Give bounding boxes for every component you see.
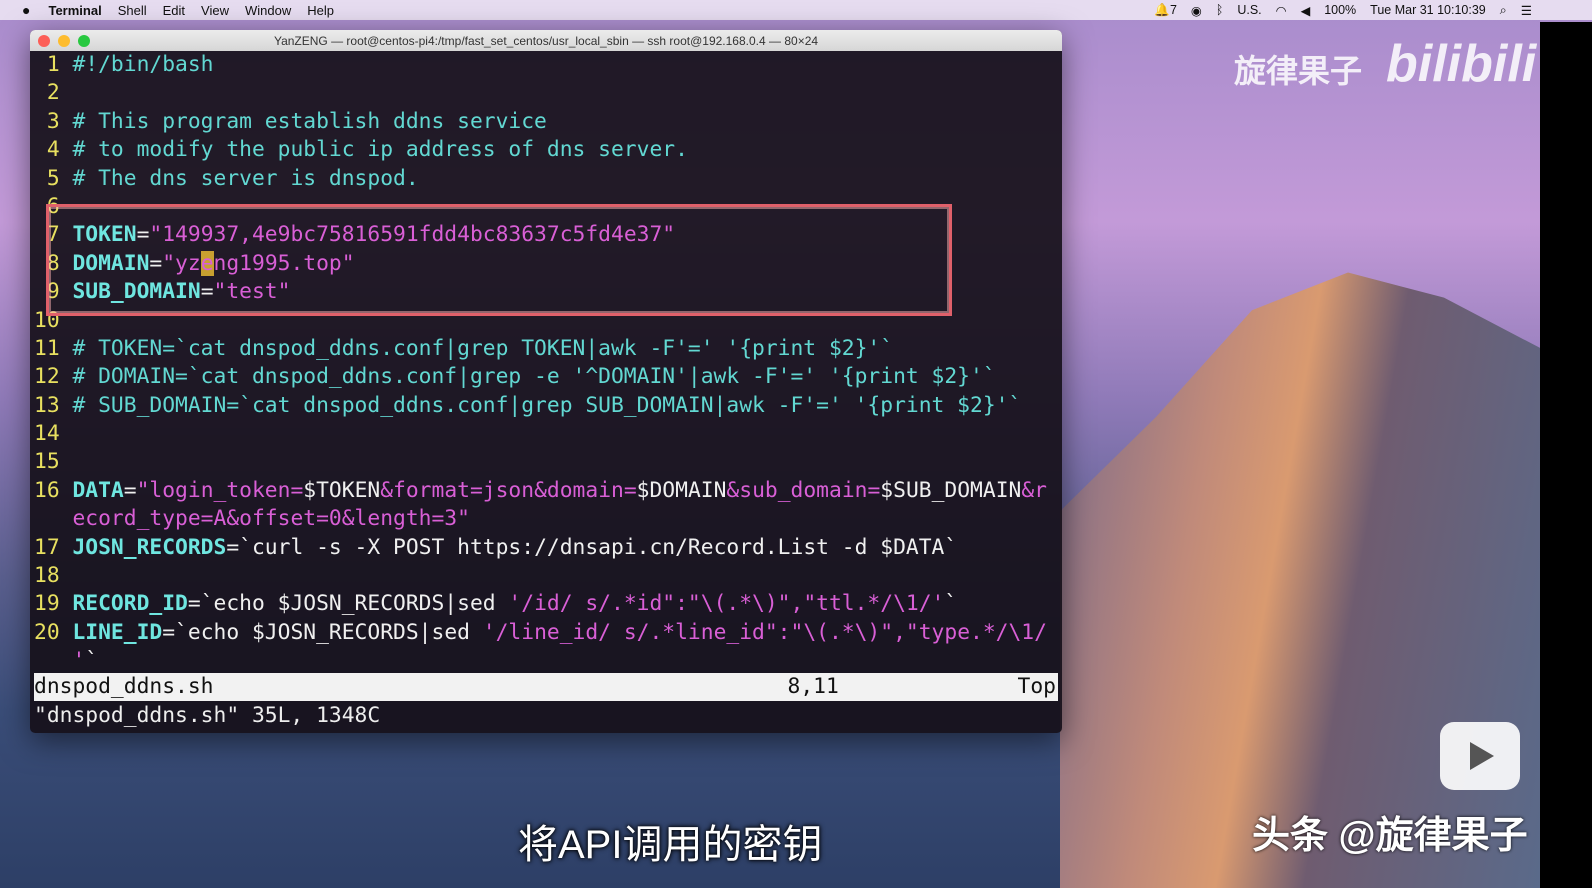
- vim-status-line: dnspod_ddns.sh 8,11 Top: [34, 673, 1058, 701]
- volume-icon[interactable]: ◀: [1301, 3, 1311, 18]
- code-token: $DOMAIN: [636, 477, 727, 503]
- code-token: ': [72, 648, 86, 673]
- code-token: LINE_ID: [72, 619, 163, 645]
- credit: 头条 @旋律果子: [1252, 815, 1528, 857]
- code-token: '/id/ s/.*id":"\(.*\)","ttl.*/\1/': [508, 591, 945, 617]
- code-token: $TOKEN: [303, 477, 381, 503]
- battery-status[interactable]: 100%: [1324, 3, 1356, 17]
- code-token: $SUB_DOMAIN: [880, 477, 1022, 503]
- code-token: RECORD_ID: [72, 591, 188, 617]
- line-number: 17: [34, 534, 73, 560]
- code-line: 14: [34, 420, 1062, 448]
- window-title: YanZENG — root@centos-pi4:/tmp/fast_set_…: [273, 33, 819, 48]
- code-token: # TOKEN=`cat dnspod_ddns.conf|grep TOKEN…: [72, 335, 894, 361]
- code-token: #!/bin/bash: [72, 52, 214, 77]
- code-line: 15: [34, 448, 1062, 476]
- line-number: 19: [34, 591, 73, 617]
- bilibili-tv-icon: [1440, 722, 1520, 790]
- line-number: 2: [34, 80, 73, 106]
- terminal-window: YanZENG — root@centos-pi4:/tmp/fast_set_…: [30, 30, 1062, 733]
- control-center-icon[interactable]: ☰: [1521, 3, 1532, 18]
- code-line: 13 # SUB_DOMAIN=`cat dnspod_ddns.conf|gr…: [34, 392, 1062, 420]
- title-bar: YanZENG — root@centos-pi4:/tmp/fast_set_…: [30, 30, 1062, 51]
- menu-app[interactable]: Terminal: [48, 3, 101, 18]
- wifi-icon[interactable]: ◠: [1276, 3, 1287, 18]
- line-number: 5: [34, 165, 73, 191]
- code-line: 4 # to modify the public ip address of d…: [34, 136, 1062, 164]
- line-number: 11: [34, 335, 73, 361]
- code-token: =`curl -s -X POST https://dnsapi.cn/Reco…: [226, 534, 958, 560]
- code-token: &sub_domain=: [726, 477, 881, 503]
- code-token: &format=json&domain=: [380, 477, 637, 503]
- notification-count: 7: [1169, 2, 1177, 17]
- line-number: 13: [34, 392, 73, 418]
- menu-edit[interactable]: Edit: [163, 3, 185, 18]
- line-number: 12: [34, 364, 73, 390]
- code-token: =`echo $JOSN_RECORDS|sed: [162, 619, 483, 645]
- wechat-icon[interactable]: ◉: [1191, 3, 1202, 18]
- menu-view[interactable]: View: [201, 3, 229, 18]
- wallpaper-mountain: [1060, 272, 1540, 888]
- code-token: # DOMAIN=`cat dnspod_ddns.conf|grep -e '…: [72, 364, 996, 390]
- code-token: =: [123, 477, 137, 503]
- scroll-position: Top: [1017, 674, 1056, 699]
- code-line: 5 # The dns server is dnspod.: [34, 165, 1062, 193]
- code-line: 11 # TOKEN=`cat dnspod_ddns.conf|grep TO…: [34, 335, 1062, 363]
- line-number: [34, 648, 72, 673]
- line-number: 15: [34, 449, 73, 475]
- code-token: JOSN_RECORDS: [72, 534, 227, 560]
- line-number: 18: [34, 563, 73, 589]
- code-line: 19 RECORD_ID=`echo $JOSN_RECORDS|sed '/i…: [34, 590, 1062, 618]
- line-number: 3: [34, 108, 73, 134]
- search-icon[interactable]: ⌕: [1500, 3, 1507, 18]
- notification-icon[interactable]: 🔔7: [1154, 3, 1177, 18]
- vim-buffer[interactable]: 1 #!/bin/bash 2 3 # This program establi…: [30, 51, 1062, 673]
- status-filename: dnspod_ddns.sh: [34, 674, 214, 699]
- code-token: # to modify the public ip address of dns…: [72, 137, 688, 163]
- menu-bar: ● Terminal Shell Edit View Window Help 🔔…: [0, 0, 1592, 20]
- code-line: 17 JOSN_RECORDS=`curl -s -X POST https:/…: [34, 534, 1062, 562]
- code-token: &r: [1021, 477, 1047, 503]
- highlight-box: [46, 204, 952, 316]
- code-token: DATA: [72, 477, 124, 503]
- code-token: # This program establish ddns service: [72, 108, 547, 134]
- menu-help[interactable]: Help: [307, 3, 334, 18]
- code-line: 2: [34, 79, 1062, 107]
- line-number: 1: [34, 52, 73, 77]
- clock[interactable]: Tue Mar 31 10:10:39: [1370, 3, 1486, 17]
- apple-icon[interactable]: ●: [22, 2, 30, 18]
- video-border: [1540, 22, 1592, 888]
- input-source[interactable]: U.S.: [1237, 3, 1261, 17]
- code-token: '/line_id/ s/.*line_id":"\(.*\)","type.*…: [482, 619, 1047, 645]
- code-line: 18: [34, 562, 1062, 590]
- line-number: 16: [34, 477, 73, 503]
- menu-shell[interactable]: Shell: [118, 3, 147, 18]
- menu-window[interactable]: Window: [245, 3, 291, 18]
- code-token: =`echo $JOSN_RECORDS|sed: [187, 591, 509, 617]
- code-line: 16 DATA="login_token=$TOKEN&format=json&…: [34, 477, 1062, 505]
- code-token: # SUB_DOMAIN=`cat dnspod_ddns.conf|grep …: [72, 392, 1022, 418]
- code-line: ecord_type=A&offset=0&length=3": [34, 505, 1062, 533]
- code-line: 20 LINE_ID=`echo $JOSN_RECORDS|sed '/lin…: [34, 619, 1062, 647]
- code-token: "login_token=: [136, 477, 304, 503]
- line-number: 20: [34, 619, 73, 645]
- code-token: `: [85, 648, 99, 673]
- watermark: 旋律果子: [1234, 53, 1363, 89]
- code-line: 3 # This program establish ddns service: [34, 108, 1062, 136]
- line-number: 4: [34, 137, 73, 163]
- code-token: # The dns server is dnspod.: [72, 165, 419, 191]
- line-number: 14: [34, 421, 73, 447]
- vim-message: "dnspod_ddns.sh" 35L, 1348C: [34, 703, 381, 728]
- code-line: '`: [34, 647, 1062, 673]
- bluetooth-icon[interactable]: ᛒ: [1216, 3, 1224, 17]
- subtitle: 将API调用的密钥: [518, 823, 823, 867]
- cursor-position: 8,11: [787, 674, 839, 699]
- line-number: [34, 506, 72, 531]
- code-token: ecord_type=A&offset=0&length=3": [72, 506, 470, 532]
- code-line: 12 # DOMAIN=`cat dnspod_ddns.conf|grep -…: [34, 363, 1062, 391]
- code-line: 1 #!/bin/bash: [34, 51, 1062, 79]
- code-token: `: [944, 591, 958, 617]
- bilibili-logo: bilibili: [1386, 35, 1537, 93]
